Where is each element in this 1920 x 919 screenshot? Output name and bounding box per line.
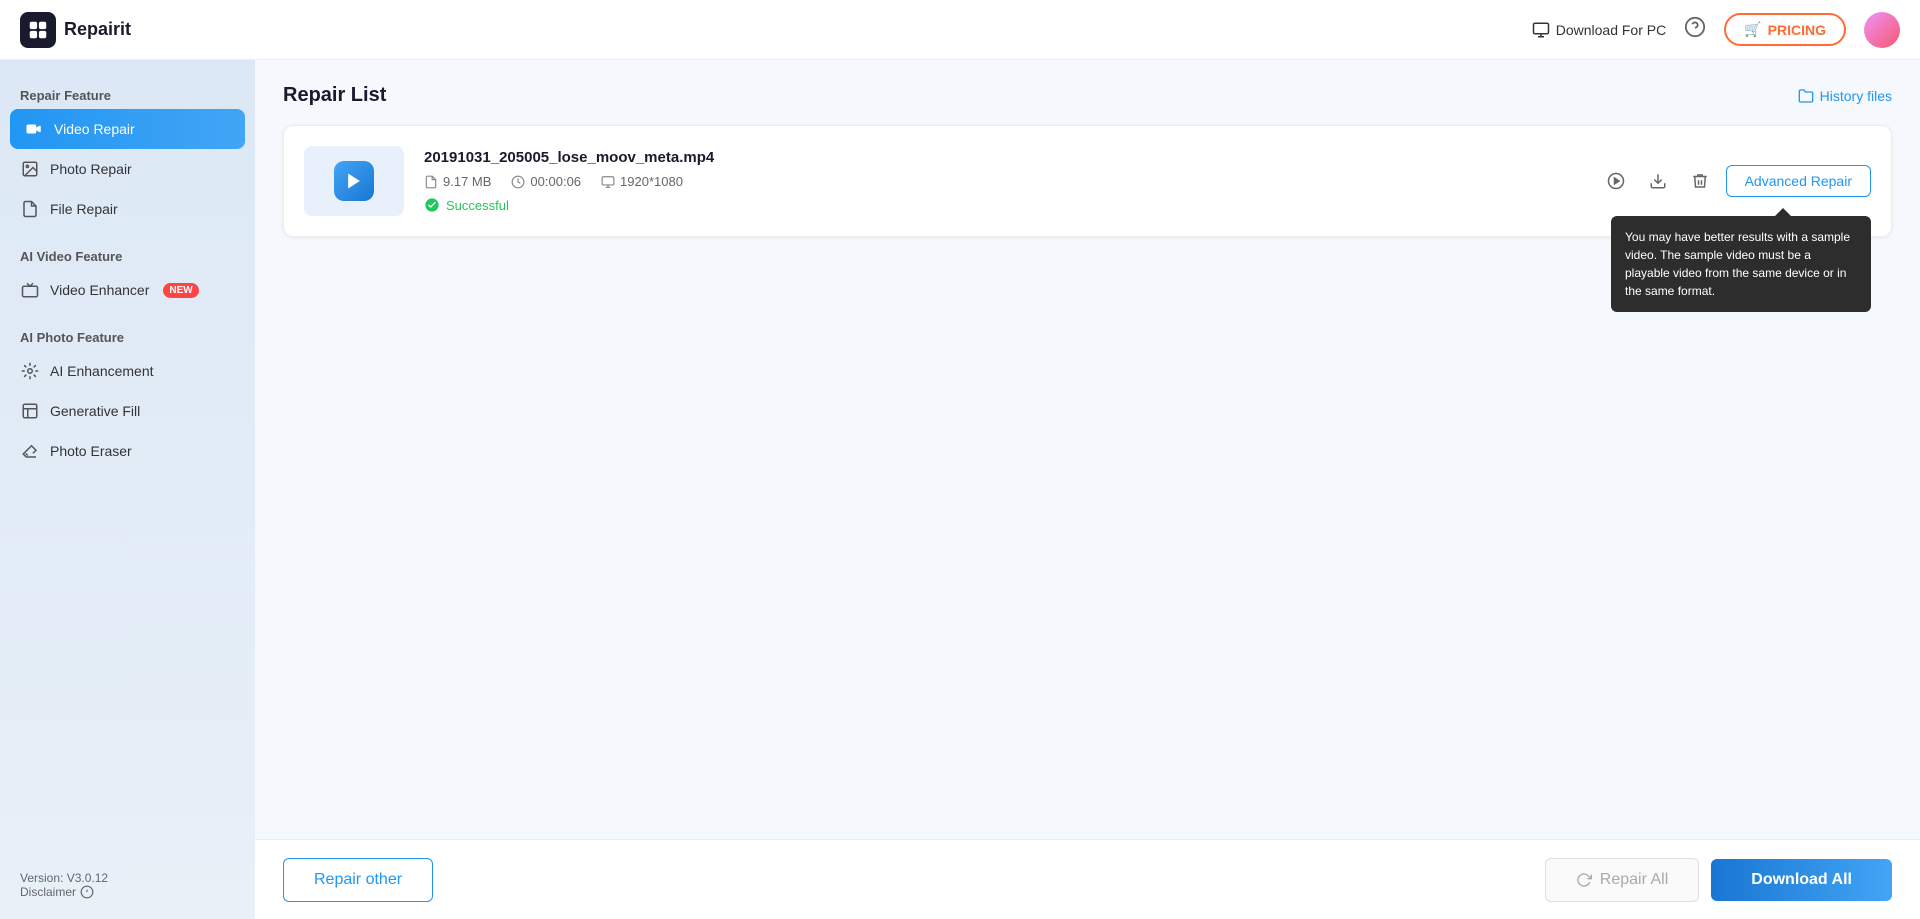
sidebar-footer: Version: V3.0.12 Disclaimer (0, 861, 255, 909)
version-text: Version: V3.0.12 (20, 871, 235, 885)
video-meta: 9.17 MB 00:00:06 (424, 174, 1580, 189)
video-repair-label: Video Repair (54, 121, 135, 137)
video-info: 20191031_205005_lose_moov_meta.mp4 9.17 … (424, 149, 1580, 213)
video-repair-icon (24, 119, 44, 139)
photo-eraser-icon (20, 441, 40, 461)
file-size-item: 9.17 MB (424, 174, 491, 189)
duration: 00:00:06 (530, 174, 581, 189)
topbar-actions: Download For PC 🛒 PRICING (1532, 12, 1900, 48)
app-name: Repairit (64, 19, 131, 40)
avatar[interactable] (1864, 12, 1900, 48)
bottom-bar: Repair other Repair All Download All (255, 839, 1920, 919)
cart-icon: 🛒 (1744, 21, 1761, 38)
ai-photo-feature-label: AI Photo Feature (0, 322, 255, 351)
download-all-button[interactable]: Download All (1711, 859, 1892, 901)
video-filename: 20191031_205005_lose_moov_meta.mp4 (424, 149, 1580, 166)
history-files-label: History files (1820, 88, 1892, 104)
preview-button[interactable] (1600, 165, 1632, 197)
sidebar-item-generative-fill[interactable]: Generative Fill (0, 391, 255, 431)
new-badge: NEW (163, 283, 198, 298)
ai-video-feature-label: AI Video Feature (0, 241, 255, 270)
file-size: 9.17 MB (443, 174, 491, 189)
repair-all-button[interactable]: Repair All (1545, 858, 1699, 902)
file-repair-label: File Repair (50, 201, 118, 217)
file-repair-icon (20, 199, 40, 219)
video-actions: Advanced Repair (1600, 165, 1871, 197)
sidebar-item-file-repair[interactable]: File Repair (0, 189, 255, 229)
video-status: Successful (424, 197, 1580, 213)
photo-repair-label: Photo Repair (50, 161, 132, 177)
repair-list-header: Repair List History files (283, 84, 1892, 107)
photo-repair-icon (20, 159, 40, 179)
topbar: Repairit Download For PC 🛒 PRICING (0, 0, 1920, 60)
bottom-right-actions: Repair All Download All (1545, 858, 1892, 902)
sidebar-item-ai-enhancement[interactable]: AI Enhancement (0, 351, 255, 391)
resolution-item: 1920*1080 (601, 174, 683, 189)
disclaimer-link[interactable]: Disclaimer (20, 885, 235, 899)
video-enhancer-label: Video Enhancer (50, 282, 149, 298)
sidebar: Repair Feature Video Repair Photo Repair (0, 60, 255, 919)
pricing-button[interactable]: 🛒 PRICING (1724, 13, 1846, 46)
video-enhancer-icon (20, 280, 40, 300)
logo-icon (20, 12, 56, 48)
help-icon[interactable] (1684, 16, 1706, 43)
resolution: 1920*1080 (620, 174, 683, 189)
ai-enhancement-label: AI Enhancement (50, 363, 154, 379)
photo-eraser-label: Photo Eraser (50, 443, 132, 459)
delete-button[interactable] (1684, 165, 1716, 197)
sidebar-item-photo-repair[interactable]: Photo Repair (0, 149, 255, 189)
generative-fill-icon (20, 401, 40, 421)
download-pc-button[interactable]: Download For PC (1532, 21, 1667, 39)
advanced-repair-tooltip: You may have better results with a sampl… (1611, 216, 1871, 312)
app-layout: Repair Feature Video Repair Photo Repair (0, 0, 1920, 919)
play-icon (334, 161, 374, 201)
content-area: Repair List History files (255, 60, 1920, 839)
generative-fill-label: Generative Fill (50, 403, 140, 419)
main-content: Repair List History files (255, 60, 1920, 919)
sidebar-item-video-repair[interactable]: Video Repair (10, 109, 245, 149)
app-logo: Repairit (20, 12, 131, 48)
duration-item: 00:00:06 (511, 174, 581, 189)
repair-other-button[interactable]: Repair other (283, 858, 433, 902)
status-text: Successful (446, 198, 509, 213)
ai-enhancement-icon (20, 361, 40, 381)
download-button[interactable] (1642, 165, 1674, 197)
history-files-button[interactable]: History files (1798, 88, 1892, 104)
sidebar-item-video-enhancer[interactable]: Video Enhancer NEW (0, 270, 255, 310)
repair-feature-label: Repair Feature (0, 80, 255, 109)
sidebar-item-photo-eraser[interactable]: Photo Eraser (0, 431, 255, 471)
advanced-repair-button[interactable]: Advanced Repair (1726, 165, 1871, 197)
video-card: 20191031_205005_lose_moov_meta.mp4 9.17 … (283, 125, 1892, 237)
repair-list-title: Repair List (283, 84, 386, 107)
video-thumbnail (304, 146, 404, 216)
